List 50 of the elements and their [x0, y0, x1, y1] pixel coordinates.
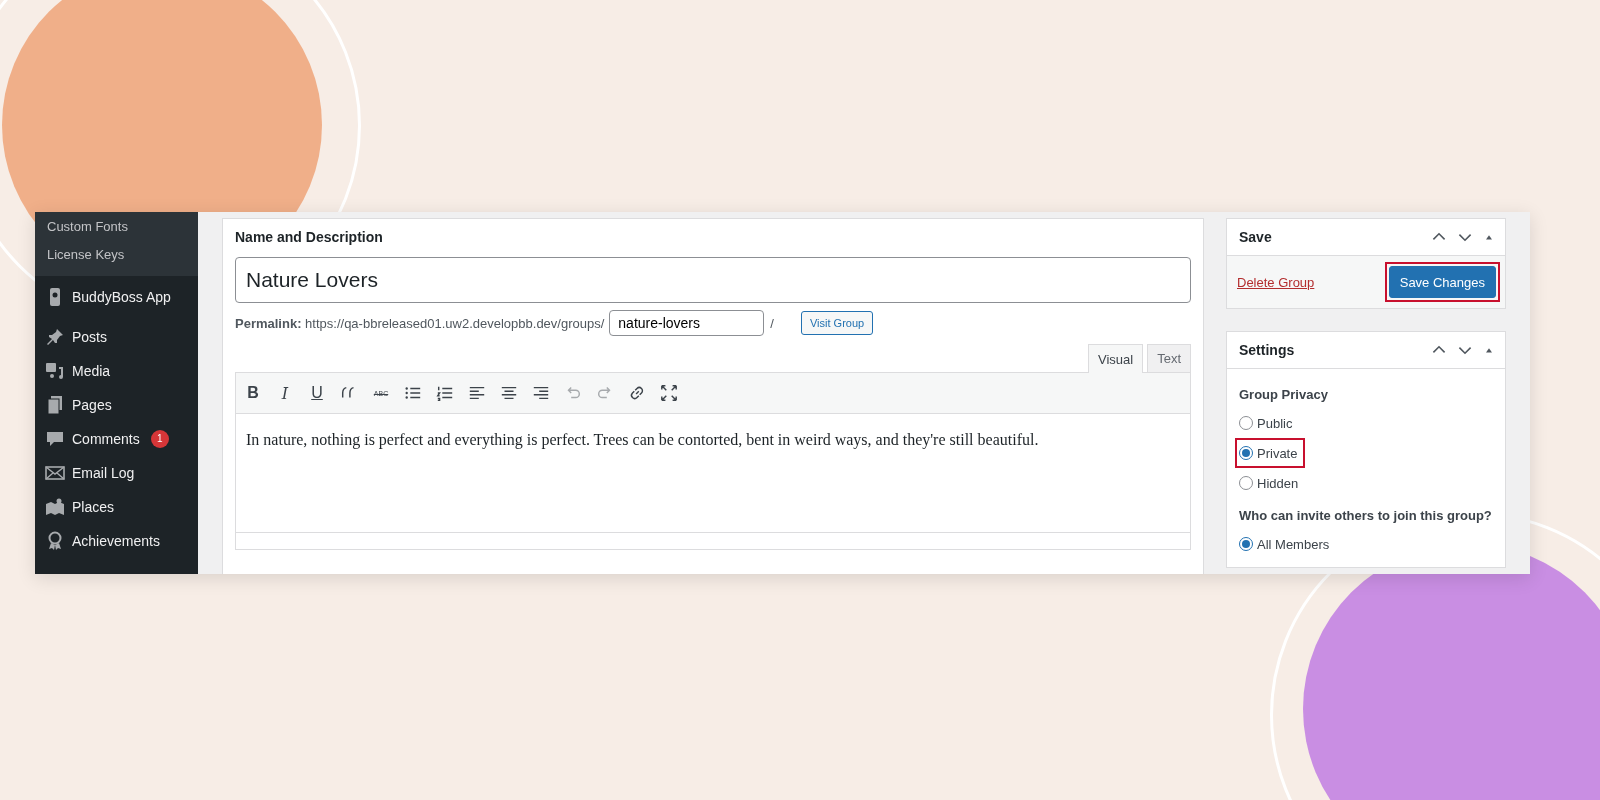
format-button[interactable]: I [276, 383, 294, 403]
submenu-item[interactable]: License Keys [35, 240, 198, 268]
radio-button[interactable] [1239, 476, 1253, 490]
permalink-text: Permalink: https://qa-bbreleased01.uw2.developbb.dev/groups/ [235, 315, 605, 331]
field-label: Group Privacy [1239, 386, 1329, 404]
bullet-list-icon[interactable] [404, 384, 422, 402]
align-left-icon[interactable] [468, 384, 486, 402]
menu-item[interactable]: Places [35, 490, 198, 524]
delete-group-link[interactable]: Delete Group [1237, 274, 1315, 290]
menu-item[interactable]: Email Log [35, 456, 198, 490]
submenu-item[interactable]: Custom Fonts [35, 212, 198, 240]
menu-item[interactable]: BuddyBoss App [35, 280, 198, 314]
envelope-icon [45, 463, 65, 483]
radio-button[interactable] [1239, 537, 1253, 551]
editor-tab[interactable]: Text [1147, 344, 1191, 372]
format-button[interactable]: B [244, 384, 262, 402]
field-label: Who can invite others to join this group? [1239, 507, 1493, 525]
link-icon[interactable] [628, 384, 646, 402]
radio-button[interactable] [1239, 446, 1253, 460]
separator-text: / [770, 315, 774, 331]
speech-bubble-icon [45, 429, 65, 449]
menu-item[interactable]: Posts [35, 320, 198, 354]
menu-item[interactable]: Media [35, 354, 198, 388]
radio-option[interactable]: Public [1235, 408, 1301, 438]
numbered-list-icon[interactable] [436, 384, 454, 402]
box-title: Save [1239, 229, 1272, 245]
align-right-icon[interactable] [532, 384, 550, 402]
box-title: Settings [1239, 342, 1295, 358]
slug-field[interactable]: nature-lovers [609, 310, 765, 336]
visit-group-button[interactable]: Visit Group [800, 311, 874, 335]
pin-icon [45, 327, 65, 347]
radio-button[interactable] [1239, 416, 1253, 430]
align-center-icon[interactable] [500, 384, 518, 402]
menu-item[interactable]: Comments 1 [35, 422, 198, 456]
radio-option[interactable]: All Members [1235, 529, 1338, 559]
pages-icon [45, 395, 65, 415]
format-button[interactable]: U [308, 384, 326, 402]
radio-option[interactable]: Hidden [1235, 468, 1307, 498]
editor-text: In nature, nothing is perfect and everything is perfect. Trees can be contorted, bent in weird ways, and they're still beautiful. [245, 430, 1040, 451]
save-changes-button[interactable]: Save Changes [1388, 266, 1496, 298]
menu-item[interactable]: Achievements [35, 524, 198, 558]
section-title: Name and Description [235, 228, 384, 247]
count-badge: 1 [150, 430, 169, 448]
fullscreen-icon[interactable] [660, 384, 678, 402]
editor-tab[interactable]: Visual [1087, 344, 1144, 373]
radio-option[interactable]: Private [1235, 438, 1306, 468]
name-field[interactable]: Nature Lovers [235, 257, 1191, 303]
map-icon [45, 497, 65, 517]
menu-item[interactable]: Pages [35, 388, 198, 422]
media-icon [45, 361, 65, 381]
